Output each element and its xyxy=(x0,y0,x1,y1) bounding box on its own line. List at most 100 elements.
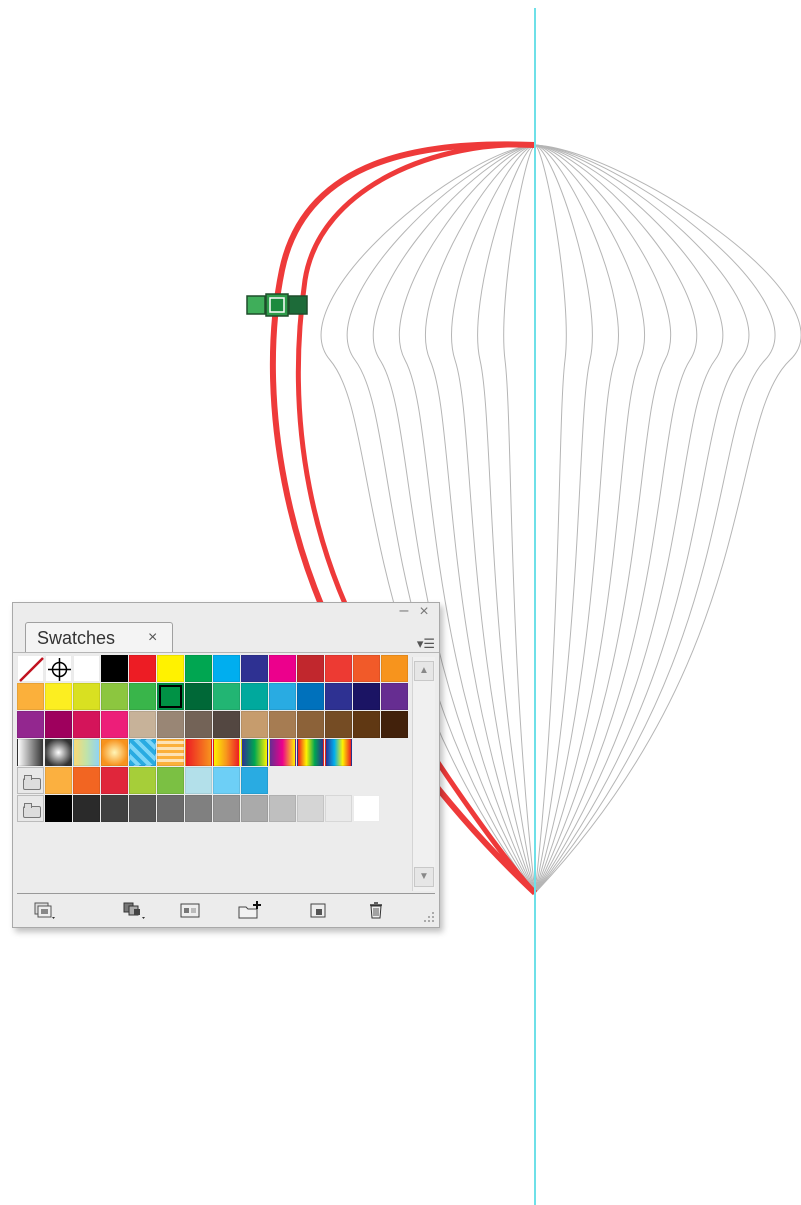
color-swatch[interactable] xyxy=(45,711,72,738)
color-swatch[interactable] xyxy=(45,795,72,822)
color-swatch[interactable] xyxy=(241,711,268,738)
color-swatch[interactable] xyxy=(269,795,296,822)
panel-menu-button[interactable]: ▾☰ xyxy=(413,635,435,653)
color-swatch[interactable] xyxy=(297,795,324,822)
color-swatch[interactable] xyxy=(129,795,156,822)
color-swatch[interactable] xyxy=(157,795,184,822)
swatches-panel[interactable]: – × Swatches × ▾☰ ▲ ▼ xyxy=(12,602,440,928)
color-swatch[interactable] xyxy=(157,683,184,710)
color-swatch[interactable] xyxy=(353,683,380,710)
swatch-gradient-spectrum-2[interactable] xyxy=(325,739,352,766)
color-swatch[interactable] xyxy=(241,767,268,794)
color-swatch[interactable] xyxy=(297,711,324,738)
color-swatch[interactable] xyxy=(73,711,100,738)
swatch-libraries-menu-button[interactable] xyxy=(31,899,57,921)
color-group-folder-icon[interactable] xyxy=(17,795,44,822)
color-swatch[interactable] xyxy=(129,767,156,794)
swatch-none[interactable] xyxy=(17,655,44,682)
color-swatch[interactable] xyxy=(213,683,240,710)
swatch-gradient-orange-radial[interactable] xyxy=(101,739,128,766)
panel-titlebar[interactable]: – × xyxy=(13,603,439,623)
color-swatch[interactable] xyxy=(325,795,352,822)
swatch-gradient-red-orange[interactable] xyxy=(185,739,212,766)
color-swatch[interactable] xyxy=(325,711,352,738)
color-swatch[interactable] xyxy=(73,795,100,822)
show-swatch-kinds-menu-button[interactable] xyxy=(121,899,147,921)
new-color-group-button[interactable] xyxy=(237,899,263,921)
color-swatch[interactable] xyxy=(353,655,380,682)
color-swatch[interactable] xyxy=(353,795,380,822)
new-swatch-button[interactable] xyxy=(305,899,331,921)
color-swatch[interactable] xyxy=(157,655,184,682)
color-swatch[interactable] xyxy=(185,767,212,794)
swatch-registration[interactable] xyxy=(45,655,72,682)
direction-handle-left[interactable] xyxy=(246,295,266,315)
color-swatch[interactable] xyxy=(213,711,240,738)
gore-line xyxy=(477,144,536,894)
tab-close-icon[interactable]: × xyxy=(148,629,157,647)
color-swatch[interactable] xyxy=(17,683,44,710)
gore-line xyxy=(451,144,536,894)
color-swatch[interactable] xyxy=(45,683,72,710)
color-swatch[interactable] xyxy=(157,711,184,738)
color-swatch[interactable] xyxy=(297,655,324,682)
swatch-gradient-radial[interactable] xyxy=(45,739,72,766)
color-swatch[interactable] xyxy=(101,683,128,710)
color-swatch[interactable] xyxy=(325,655,352,682)
swatch-pattern-orange[interactable] xyxy=(157,739,184,766)
color-swatch[interactable] xyxy=(353,711,380,738)
color-swatch[interactable] xyxy=(185,711,212,738)
color-swatch[interactable] xyxy=(185,683,212,710)
swatch-row xyxy=(17,739,353,767)
swatch-gradient-blue-green[interactable] xyxy=(241,739,268,766)
color-swatch[interactable] xyxy=(185,795,212,822)
color-swatch[interactable] xyxy=(129,683,156,710)
color-swatch[interactable] xyxy=(381,711,408,738)
new-color-group-icon xyxy=(238,901,261,919)
color-swatch[interactable] xyxy=(73,683,100,710)
color-swatch[interactable] xyxy=(213,795,240,822)
color-swatch[interactable] xyxy=(101,711,128,738)
color-swatch[interactable] xyxy=(325,683,352,710)
color-swatch[interactable] xyxy=(101,655,128,682)
swatch-gradient-spectrum[interactable] xyxy=(213,739,240,766)
color-swatch[interactable] xyxy=(213,767,240,794)
color-swatch[interactable] xyxy=(129,655,156,682)
color-swatch[interactable] xyxy=(17,711,44,738)
anchor-point-handle[interactable] xyxy=(246,293,308,317)
color-swatch[interactable] xyxy=(101,767,128,794)
swatch-gradient-rainbow-soft[interactable] xyxy=(73,739,100,766)
color-swatch[interactable] xyxy=(213,655,240,682)
scroll-up-button[interactable]: ▲ xyxy=(414,661,434,681)
color-swatch[interactable] xyxy=(185,655,212,682)
tab-swatches[interactable]: Swatches × xyxy=(25,622,173,652)
color-swatch[interactable] xyxy=(241,655,268,682)
collapse-panel-button[interactable]: – xyxy=(397,603,411,619)
color-swatch[interactable] xyxy=(381,683,408,710)
resize-grip-icon[interactable] xyxy=(423,911,435,923)
color-swatch[interactable] xyxy=(73,655,100,682)
color-swatch[interactable] xyxy=(241,683,268,710)
close-panel-button[interactable]: × xyxy=(417,604,431,620)
direction-handle-right[interactable] xyxy=(288,295,308,315)
color-swatch[interactable] xyxy=(73,767,100,794)
swatch-gradient-rainbow[interactable] xyxy=(297,739,324,766)
color-swatch[interactable] xyxy=(101,795,128,822)
color-group-folder-icon[interactable] xyxy=(17,767,44,794)
color-swatch[interactable] xyxy=(381,655,408,682)
swatch-gradient-gray[interactable] xyxy=(17,739,44,766)
color-swatch[interactable] xyxy=(269,655,296,682)
delete-swatch-button[interactable] xyxy=(363,899,389,921)
color-swatch[interactable] xyxy=(297,683,324,710)
color-swatch[interactable] xyxy=(269,683,296,710)
color-swatch[interactable] xyxy=(269,711,296,738)
color-swatch[interactable] xyxy=(157,767,184,794)
color-swatch[interactable] xyxy=(45,767,72,794)
swatch-options-button[interactable] xyxy=(177,899,203,921)
color-swatch[interactable] xyxy=(129,711,156,738)
swatch-pattern-blue[interactable] xyxy=(129,739,156,766)
scroll-down-button[interactable]: ▼ xyxy=(414,867,434,887)
swatch-gradient-purple[interactable] xyxy=(269,739,296,766)
color-swatch[interactable] xyxy=(241,795,268,822)
vertical-scrollbar[interactable]: ▲ ▼ xyxy=(412,657,435,891)
